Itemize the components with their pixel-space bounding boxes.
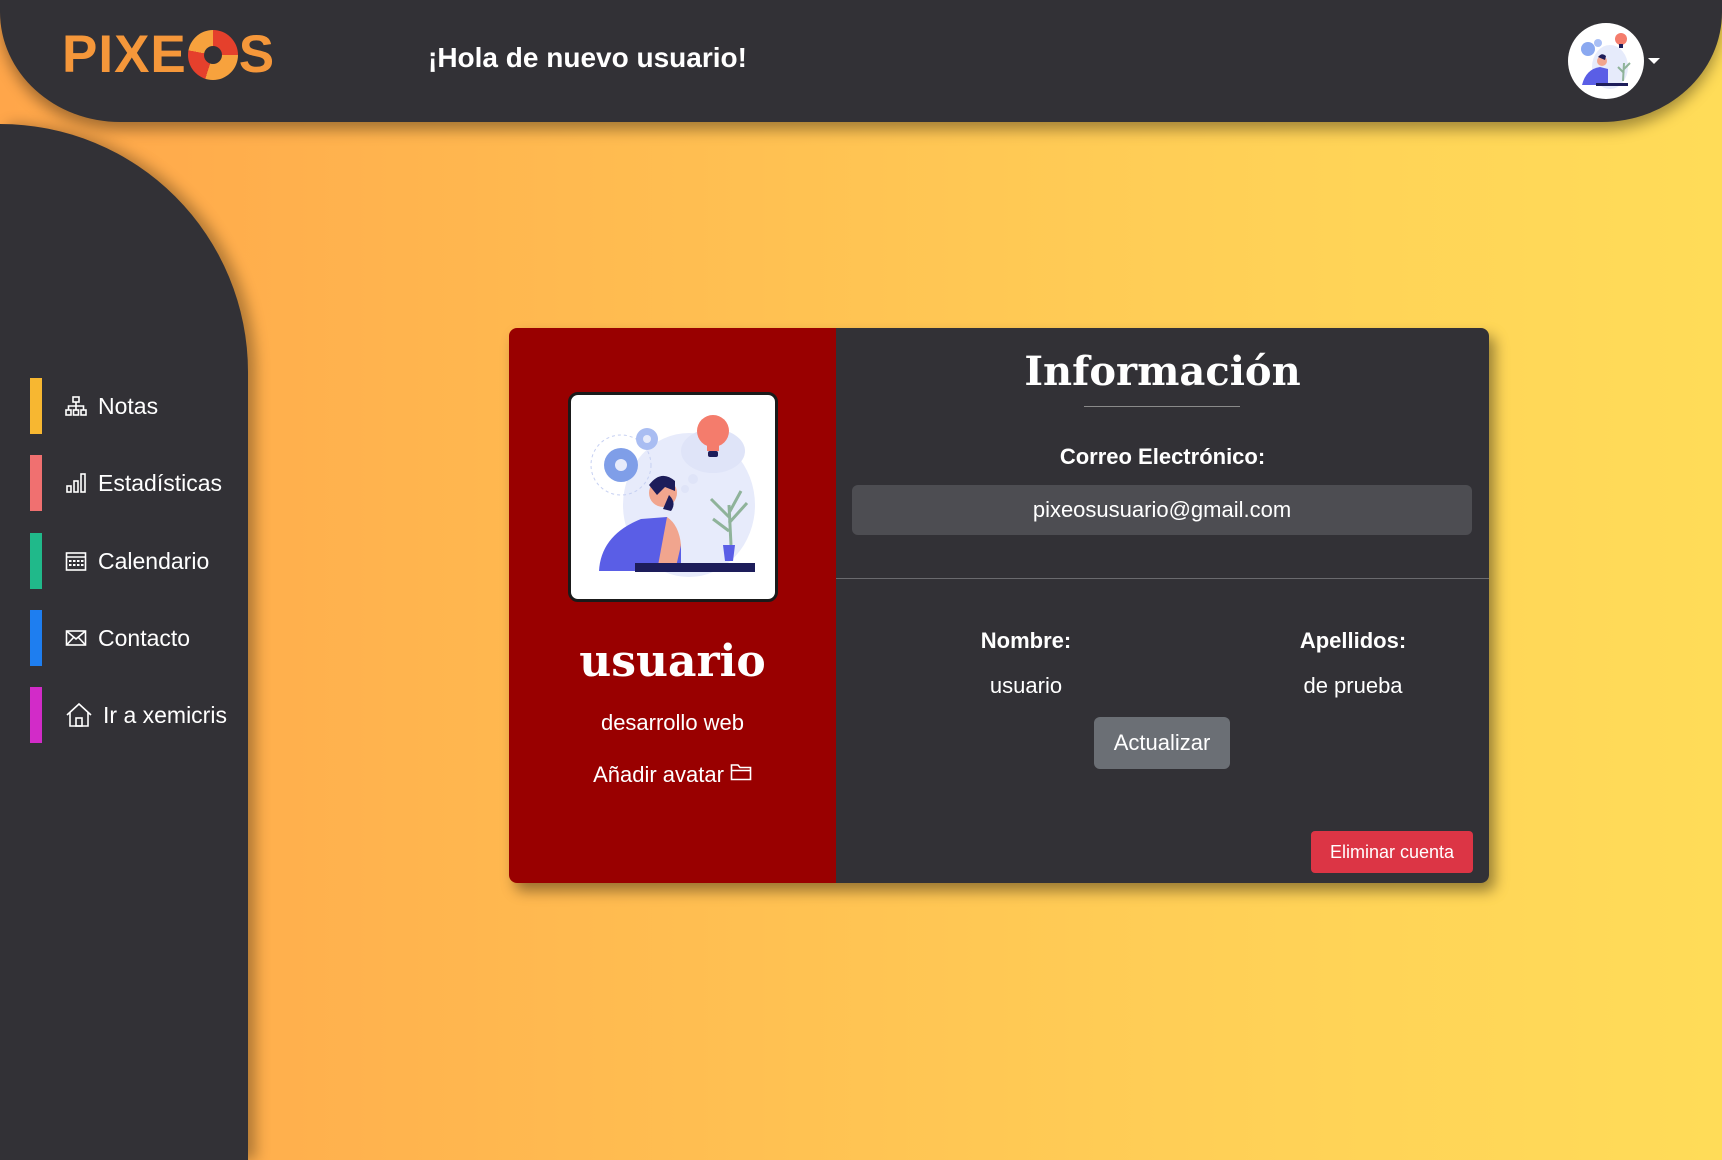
sidebar-item-estadisticas[interactable]: Estadísticas bbox=[0, 455, 248, 511]
envelope-icon bbox=[64, 626, 88, 650]
email-label: Correo Electrónico: bbox=[1059, 444, 1266, 469]
sidebar-item-label: Contacto bbox=[98, 624, 191, 651]
logo-swirl-icon bbox=[187, 29, 238, 80]
profile-role: desarrollo web bbox=[600, 710, 745, 735]
sidebar: Notas Estadísticas Calendario Contacto I… bbox=[0, 124, 248, 1160]
home-icon bbox=[64, 700, 94, 730]
sidebar-color-bar bbox=[30, 687, 42, 743]
sidebar-item-label: Calendario bbox=[98, 547, 210, 574]
sidebar-color-bar bbox=[30, 378, 42, 434]
add-avatar-link[interactable]: Añadir avatar bbox=[509, 762, 836, 788]
thinking-developer-illustration-icon bbox=[590, 415, 755, 577]
name-value: usuario bbox=[989, 673, 1063, 698]
pixeos-logo[interactable]: PIXE S bbox=[62, 28, 275, 81]
add-avatar-label: Añadir avatar bbox=[593, 762, 724, 787]
sidebar-item-contacto[interactable]: Contacto bbox=[0, 610, 248, 666]
profile-avatar bbox=[568, 392, 778, 602]
sidebar-item-label: Notas bbox=[98, 392, 159, 419]
name-label: Nombre: bbox=[980, 628, 1072, 653]
header-avatar[interactable] bbox=[1568, 23, 1644, 99]
delete-account-button[interactable]: Eliminar cuenta bbox=[1311, 831, 1473, 873]
user-avatar-illustration-icon bbox=[1581, 33, 1631, 89]
sidebar-item-notas[interactable]: Notas bbox=[0, 378, 248, 434]
update-button[interactable]: Actualizar bbox=[1094, 717, 1230, 769]
profile-info-panel: Información Correo Electrónico: Nombre: … bbox=[836, 328, 1489, 883]
email-field[interactable] bbox=[852, 485, 1472, 535]
caret-down-icon[interactable] bbox=[1648, 58, 1660, 64]
sitemap-icon bbox=[64, 394, 88, 418]
sidebar-item-calendario[interactable]: Calendario bbox=[0, 533, 248, 589]
bar-chart-icon bbox=[64, 471, 88, 495]
title-underline bbox=[1084, 406, 1240, 407]
surname-value: de prueba bbox=[1303, 673, 1403, 698]
surname-label: Apellidos: bbox=[1299, 628, 1407, 653]
sidebar-item-xemicris[interactable]: Ir a xemicris bbox=[0, 687, 248, 743]
sidebar-item-label: Estadísticas bbox=[98, 469, 222, 496]
greeting-text: ¡Hola de nuevo usuario! bbox=[428, 42, 747, 73]
profile-username: usuario bbox=[579, 636, 766, 687]
sidebar-color-bar bbox=[30, 533, 42, 589]
folder-icon bbox=[730, 762, 752, 788]
profile-card: usuario desarrollo web Añadir avatar Inf… bbox=[509, 328, 1489, 883]
logo-text-left: PIXE bbox=[62, 25, 187, 84]
calendar-icon bbox=[64, 549, 88, 573]
profile-summary-panel: usuario desarrollo web Añadir avatar bbox=[509, 328, 836, 883]
top-header: PIXE S ¡Hola de nuevo usuario! bbox=[0, 0, 1722, 122]
sidebar-color-bar bbox=[30, 455, 42, 511]
section-divider bbox=[836, 578, 1489, 579]
sidebar-color-bar bbox=[30, 610, 42, 666]
logo-text-right: S bbox=[238, 25, 276, 84]
info-title: Información bbox=[1024, 348, 1301, 395]
sidebar-item-label: Ir a xemicris bbox=[103, 701, 227, 728]
